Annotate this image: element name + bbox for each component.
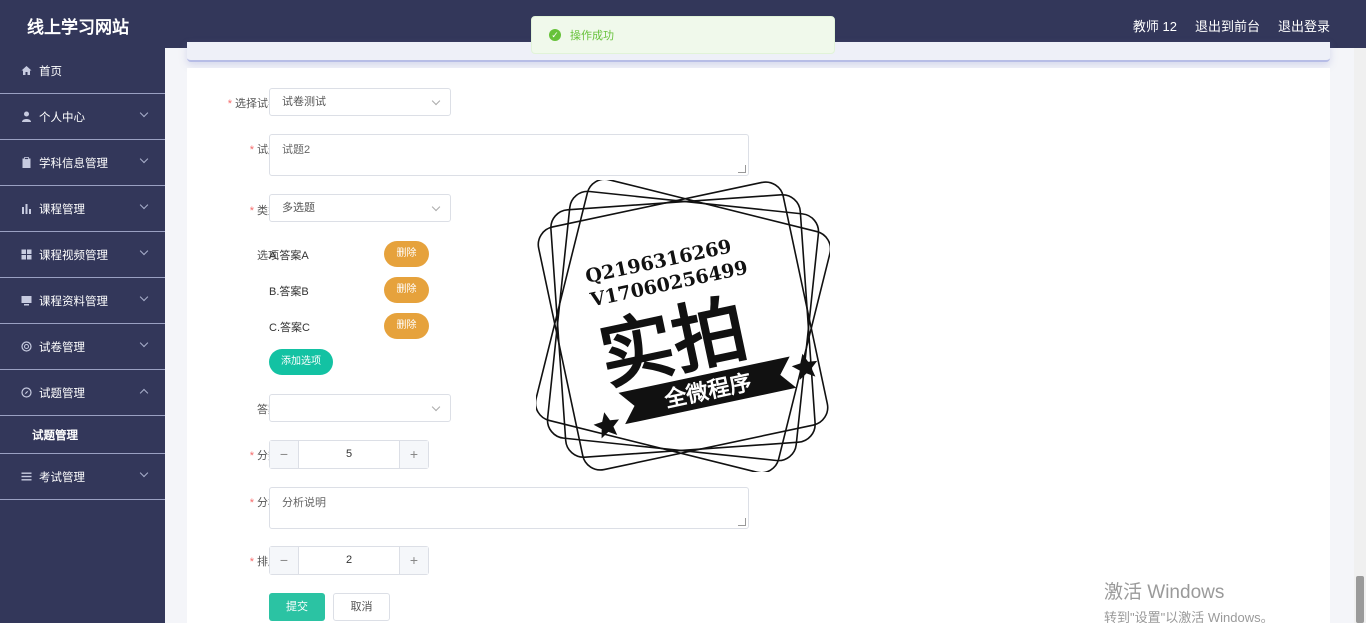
paper-select-value: 试卷测试 bbox=[282, 96, 326, 108]
type-label: * 类型 bbox=[249, 205, 279, 217]
page-scrollbar[interactable] bbox=[1354, 48, 1366, 623]
delete-option-c-button[interactable]: 删除 bbox=[384, 313, 429, 339]
chevron-down-icon bbox=[431, 96, 441, 106]
sidebar-item-paper[interactable]: 试卷管理 bbox=[0, 324, 165, 370]
sidebar-item-label: 个人中心 bbox=[39, 111, 85, 124]
paper-label: * 选择试卷 bbox=[227, 98, 279, 110]
cancel-button[interactable]: 取消 bbox=[333, 593, 390, 621]
circle-icon bbox=[20, 341, 32, 353]
activate-title: 激活 Windows bbox=[1104, 582, 1225, 603]
score-value[interactable]: 5 bbox=[299, 441, 399, 468]
logout-link[interactable]: 退出登录 bbox=[1278, 16, 1330, 35]
site-title: 线上学习网站 bbox=[27, 18, 129, 37]
answer-label: 答案 bbox=[257, 404, 279, 416]
chevron-up-icon bbox=[139, 388, 149, 398]
type-select[interactable]: 多选题 bbox=[269, 194, 451, 222]
question-text: 试题2 bbox=[282, 144, 311, 156]
chevron-down-icon bbox=[139, 246, 149, 256]
type-select-value: 多选题 bbox=[282, 202, 315, 214]
menu-icon bbox=[20, 471, 32, 483]
success-toast: ✓ 操作成功 bbox=[531, 16, 835, 54]
grid-icon bbox=[20, 249, 32, 261]
watermark-stamp: Q2196316269 V17060256499 实拍 全微程序 bbox=[536, 180, 830, 472]
chevron-down-icon bbox=[139, 200, 149, 210]
scrollbar-thumb[interactable] bbox=[1356, 576, 1364, 623]
sidebar-item-label: 课程视频管理 bbox=[39, 249, 108, 262]
minus-icon[interactable]: − bbox=[270, 547, 299, 574]
home-icon bbox=[20, 65, 32, 77]
sidebar-item-label: 课程资料管理 bbox=[39, 295, 108, 308]
submit-button[interactable]: 提交 bbox=[269, 593, 325, 621]
sidebar-item-label: 首页 bbox=[39, 65, 62, 78]
analysis-label: * 分析 bbox=[249, 497, 279, 509]
chevron-down-icon bbox=[139, 154, 149, 164]
analysis-textarea[interactable]: 分析说明 bbox=[269, 487, 749, 529]
sidebar-item-subject-info[interactable]: 学科信息管理 bbox=[0, 140, 165, 186]
order-label: * 排序 bbox=[249, 556, 279, 568]
minus-icon[interactable]: − bbox=[270, 441, 299, 468]
order-value[interactable]: 2 bbox=[299, 547, 399, 574]
plus-icon[interactable]: + bbox=[399, 547, 428, 574]
sidebar-item-label: 考试管理 bbox=[39, 471, 85, 484]
chevron-down-icon bbox=[431, 202, 441, 212]
order-stepper[interactable]: − 2 + bbox=[269, 546, 429, 575]
add-option-button[interactable]: 添加选项 bbox=[269, 349, 333, 375]
sidebar-item-course[interactable]: 课程管理 bbox=[0, 186, 165, 232]
chevron-down-icon bbox=[139, 338, 149, 348]
sidebar-item-course-material[interactable]: 课程资料管理 bbox=[0, 278, 165, 324]
delete-option-a-button[interactable]: 删除 bbox=[384, 241, 429, 267]
sidebar: 首页 个人中心 学科信息管理 课程管理 课程视频管理 课程资料管理 试卷管理 试… bbox=[0, 48, 165, 623]
compass-icon bbox=[20, 387, 32, 399]
bar-chart-icon bbox=[20, 203, 32, 215]
windows-activation-notice: 激活 Windows 转到"设置"以激活 Windows。 bbox=[1104, 577, 1274, 623]
question-label: * 试题 bbox=[249, 144, 279, 156]
analysis-text: 分析说明 bbox=[282, 497, 326, 509]
sidebar-item-label: 试题管理 bbox=[39, 387, 85, 400]
option-a: A.答案A bbox=[269, 250, 309, 262]
header-links: 教师 12 退出到前台 退出登录 bbox=[1133, 16, 1330, 35]
option-c: C.答案C bbox=[269, 322, 310, 334]
user-icon bbox=[20, 111, 32, 123]
sidebar-item-label: 学科信息管理 bbox=[39, 157, 108, 170]
chevron-down-icon bbox=[431, 402, 441, 412]
current-user[interactable]: 教师 12 bbox=[1133, 16, 1177, 35]
chevron-down-icon bbox=[139, 108, 149, 118]
chevron-down-icon bbox=[139, 468, 149, 478]
sidebar-item-question[interactable]: 试题管理 bbox=[0, 370, 165, 416]
option-b: B.答案B bbox=[269, 286, 309, 298]
sidebar-item-exam[interactable]: 考试管理 bbox=[0, 454, 165, 500]
check-circle-icon: ✓ bbox=[549, 29, 561, 41]
resize-handle-icon[interactable] bbox=[738, 518, 746, 526]
paper-select[interactable]: 试卷测试 bbox=[269, 88, 451, 116]
sidebar-item-label: 课程管理 bbox=[39, 203, 85, 216]
options-label: 选项 bbox=[257, 250, 279, 262]
sidebar-item-personal-center[interactable]: 个人中心 bbox=[0, 94, 165, 140]
monitor-icon bbox=[20, 295, 32, 307]
sidebar-item-label: 试卷管理 bbox=[39, 341, 85, 354]
plus-icon[interactable]: + bbox=[399, 441, 428, 468]
sidebar-item-course-video[interactable]: 课程视频管理 bbox=[0, 232, 165, 278]
answer-select[interactable] bbox=[269, 394, 451, 422]
chevron-down-icon bbox=[139, 292, 149, 302]
score-label: * 分数 bbox=[249, 450, 279, 462]
question-textarea[interactable]: 试题2 bbox=[269, 134, 749, 176]
resize-handle-icon[interactable] bbox=[738, 165, 746, 173]
toast-message: 操作成功 bbox=[570, 30, 614, 42]
activate-subtitle: 转到"设置"以激活 Windows。 bbox=[1104, 610, 1274, 623]
sidebar-item-home[interactable]: 首页 bbox=[0, 48, 165, 94]
sidebar-subitem-question-management[interactable]: 试题管理 bbox=[0, 416, 165, 454]
delete-option-b-button[interactable]: 删除 bbox=[384, 277, 429, 303]
clipboard-icon bbox=[20, 157, 32, 169]
score-stepper[interactable]: − 5 + bbox=[269, 440, 429, 469]
back-to-front-link[interactable]: 退出到前台 bbox=[1195, 16, 1260, 35]
